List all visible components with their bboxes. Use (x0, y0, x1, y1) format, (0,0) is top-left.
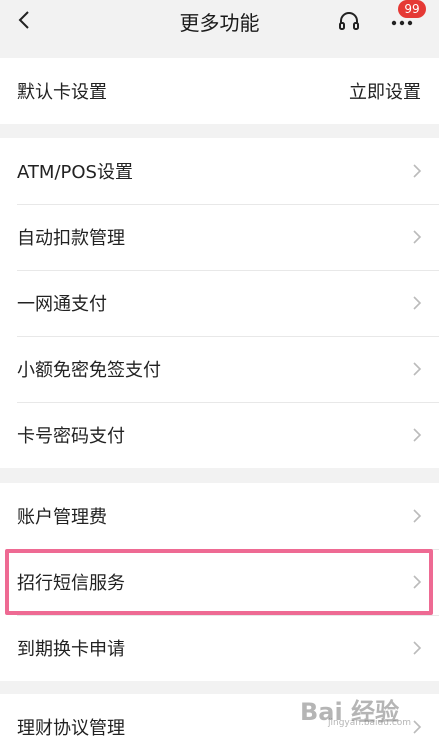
watermark: Bai 经验 jingyan.baidu.com (300, 688, 430, 728)
list-item-card-renewal[interactable]: 到期换卡申请 (0, 615, 439, 681)
list-item-label: 卡号密码支付 (17, 426, 125, 447)
watermark-url: jingyan.baidu.com (328, 718, 412, 728)
chevron-right-icon (413, 362, 422, 376)
list-item-account-fee[interactable]: 账户管理费 (0, 483, 439, 549)
list-item-label: 一网通支付 (17, 294, 107, 315)
list-item-auto-debit[interactable]: 自动扣款管理 (0, 204, 439, 270)
list-item-label: 账户管理费 (17, 507, 107, 528)
top-bar: 更多功能 99 (0, 0, 439, 42)
list-item-label: 小额免密免签支付 (17, 360, 161, 381)
list-item-label: 自动扣款管理 (17, 228, 125, 249)
chevron-right-icon (413, 509, 422, 523)
highlight-frame (5, 549, 433, 615)
chevron-right-icon (413, 641, 422, 655)
default-card-section: 默认卡设置 立即设置 (0, 58, 439, 124)
list-item-netpay[interactable]: 一网通支付 (0, 270, 439, 336)
list-item-card-password-pay[interactable]: 卡号密码支付 (0, 402, 439, 468)
chevron-right-icon (413, 428, 422, 442)
page-title: 更多功能 (179, 11, 260, 35)
chevron-right-icon (413, 164, 422, 178)
chevron-right-icon (413, 230, 422, 244)
list-item-label: ATM/POS设置 (17, 162, 133, 183)
list-item-label: 到期换卡申请 (17, 639, 125, 660)
payment-section: ATM/POS设置 自动扣款管理 一网通支付 小额免密免签支付 卡号密码支付 (0, 138, 439, 468)
chevron-right-icon (413, 296, 422, 310)
set-now-link[interactable]: 立即设置 (349, 78, 421, 104)
notification-badge: 99 (398, 0, 426, 18)
headset-icon[interactable] (337, 10, 361, 32)
list-item-atm-pos[interactable]: ATM/POS设置 (0, 138, 439, 204)
default-card-row[interactable]: 默认卡设置 立即设置 (0, 58, 439, 124)
list-item-small-password-free[interactable]: 小额免密免签支付 (0, 336, 439, 402)
default-card-label: 默认卡设置 (17, 82, 107, 103)
list-item-label: 理财协议管理 (17, 718, 125, 739)
